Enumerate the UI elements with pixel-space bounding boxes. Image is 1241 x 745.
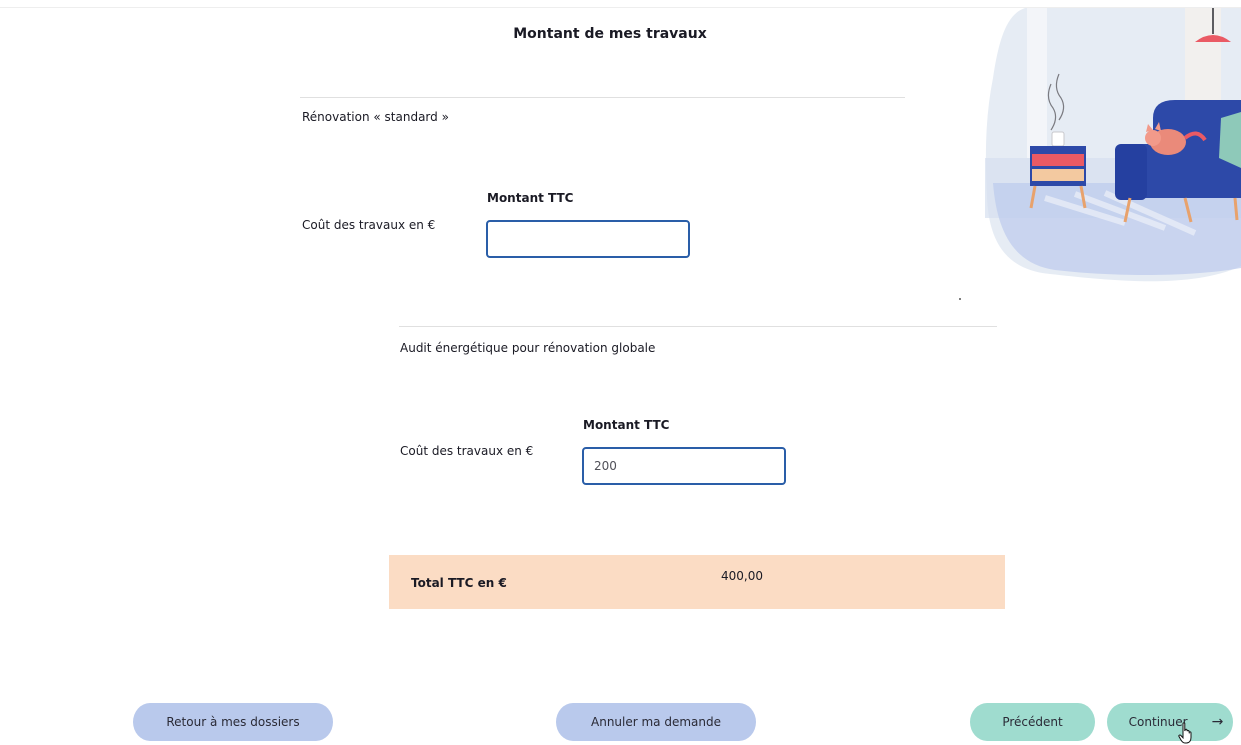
column-header-montant-ttc: Montant TTC [583,418,670,432]
decorative-dot [959,298,961,300]
previous-label: Précédent [1002,715,1063,729]
section-title-audit-energetique: Audit énergétique pour rénovation global… [400,341,656,355]
total-summary-bar: Total TTC en € 400,00 [389,555,1005,609]
cancel-request-label: Annuler ma demande [591,715,721,729]
audit-energetique-amount-input[interactable] [582,447,786,485]
row-label-cout-travaux: Coût des travaux en € [400,444,534,458]
living-room-illustration [985,8,1241,282]
section-title-renovation-standard: Rénovation « standard » [302,110,449,124]
column-header-montant-ttc: Montant TTC [487,191,574,205]
cancel-request-button[interactable]: Annuler ma demande [556,703,756,741]
total-value: 400,00 [721,569,763,583]
back-to-folders-label: Retour à mes dossiers [166,715,300,729]
renovation-standard-amount-input[interactable] [486,220,690,258]
total-label: Total TTC en € [411,576,507,590]
arrow-right-icon: → [1211,714,1224,730]
page-title: Montant de mes travaux [513,26,707,42]
back-to-folders-button[interactable]: Retour à mes dossiers [133,703,333,741]
section-divider [399,326,997,327]
previous-button[interactable]: Précédent [970,703,1095,741]
hand-pointer-icon [1178,722,1192,744]
section-divider [300,97,905,98]
row-label-cout-travaux: Coût des travaux en € [302,218,436,232]
continue-button[interactable]: Continuer → [1107,703,1233,741]
